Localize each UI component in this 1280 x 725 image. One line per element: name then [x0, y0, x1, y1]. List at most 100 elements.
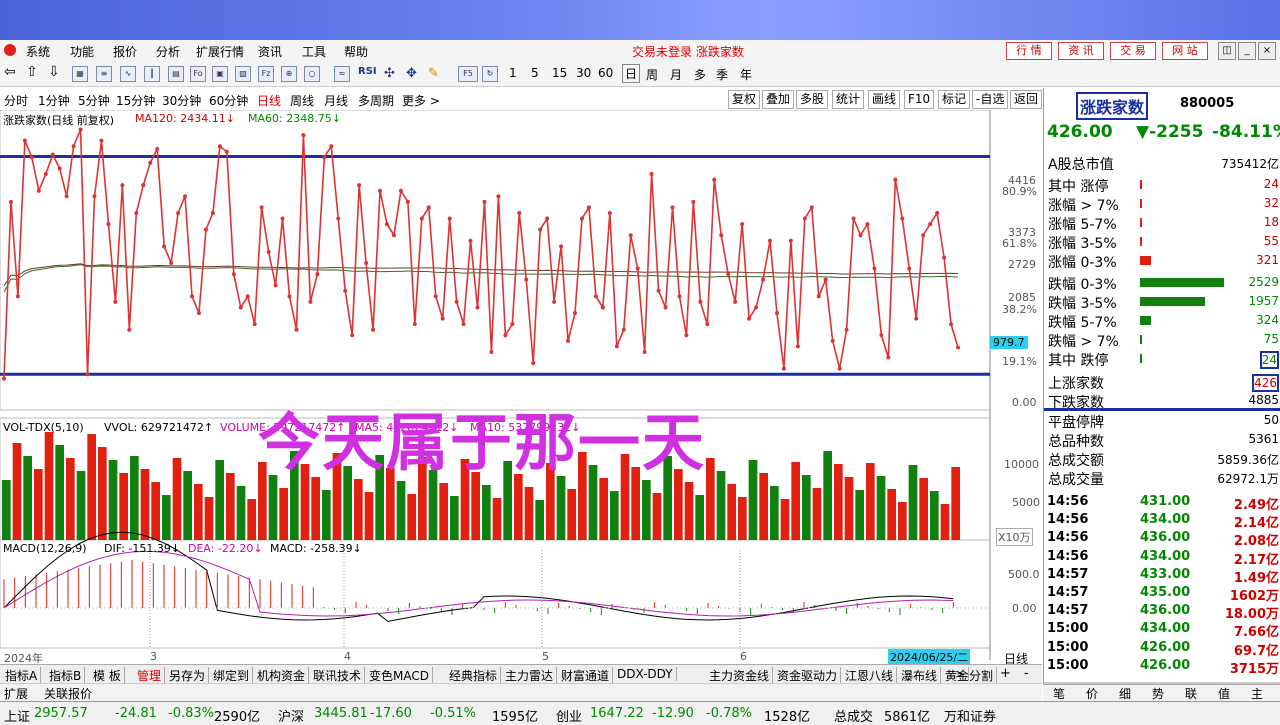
period-season[interactable]: 季	[716, 66, 728, 83]
grid-icon[interactable]: ▦	[72, 66, 88, 82]
period-tab-weekly[interactable]: 周线	[290, 92, 314, 109]
indicator-tab[interactable]: 经典指标	[446, 667, 502, 684]
table-icon[interactable]: ▤	[168, 66, 184, 82]
indicator-tab[interactable]: 机构资金	[254, 667, 310, 684]
period-multi[interactable]: 多	[694, 66, 706, 83]
period-tab-daily[interactable]: 日线	[257, 92, 281, 109]
menu-item-analysis[interactable]: 分析	[156, 43, 180, 60]
kline-icon[interactable]: ┃	[144, 66, 160, 82]
period-tab-more[interactable]: 更多 >	[402, 92, 440, 109]
tab-trade[interactable]: 交 易	[1110, 42, 1156, 60]
tab-extend[interactable]: 扩展	[4, 685, 28, 702]
tab-quotes[interactable]: 行 情	[1006, 42, 1052, 60]
period-tab-1min[interactable]: 1分钟	[38, 92, 70, 109]
panel-tab[interactable]: 势	[1152, 685, 1164, 702]
overlay-button[interactable]: 叠加	[762, 90, 795, 109]
indicator-tab[interactable]: 另存为	[166, 667, 210, 684]
back-button[interactable]: 返回	[1010, 90, 1042, 109]
picture-icon[interactable]: ▨	[235, 66, 251, 82]
indicator-tab[interactable]: 主力雷达	[502, 667, 558, 684]
zoom-icon[interactable]: ⊕	[281, 66, 297, 82]
close-icon[interactable]: ×	[1258, 42, 1276, 60]
crosshair-icon[interactable]: ✣	[384, 66, 395, 81]
panel-tab[interactable]: 值	[1218, 685, 1230, 702]
indicator-tab[interactable]: 绑定到	[210, 667, 254, 684]
f5-button[interactable]: F5	[458, 66, 478, 82]
indicator-tab[interactable]: 江恩八线	[842, 667, 898, 684]
menu-item-system[interactable]: 系统	[26, 43, 50, 60]
period-tab-15min[interactable]: 15分钟	[116, 92, 155, 109]
line-chart-icon[interactable]: ∿	[120, 66, 136, 82]
panel-tab[interactable]: 联	[1185, 685, 1197, 702]
period-tab-5min[interactable]: 5分钟	[78, 92, 110, 109]
indicator-tab[interactable]: 指标B	[46, 667, 86, 684]
menu-item-tools[interactable]: 工具	[302, 43, 326, 60]
panel-tab[interactable]: 主	[1251, 685, 1263, 702]
indicator-tab[interactable]: 黄金分割	[942, 667, 998, 684]
draw-button[interactable]: 画线	[868, 90, 901, 109]
stats-button[interactable]: 统计	[832, 90, 865, 109]
rsi-icon[interactable]: RSI	[358, 66, 377, 77]
panel-tab[interactable]: 细	[1119, 685, 1131, 702]
panel-tab[interactable]: 价	[1086, 685, 1098, 702]
period-tab-30min[interactable]: 30分钟	[162, 92, 201, 109]
restore-icon[interactable]: ◫	[1218, 42, 1236, 60]
period-tab-60min[interactable]: 60分钟	[209, 92, 248, 109]
indicator-tab[interactable]: 管理	[134, 667, 166, 684]
menu-item-extended[interactable]: 扩展行情	[196, 43, 244, 60]
chart-svg[interactable]	[0, 110, 1042, 672]
period-year[interactable]: 年	[740, 66, 752, 83]
f10-button[interactable]: F10	[904, 90, 935, 109]
indicator-tab[interactable]: 资金驱动力	[774, 667, 842, 684]
minimize-icon[interactable]: _	[1238, 42, 1256, 60]
watchlist-button[interactable]: -自选	[972, 90, 1009, 109]
menu-item-function[interactable]: 功能	[70, 43, 94, 60]
menu-item-quote[interactable]: 报价	[113, 43, 137, 60]
indicator-tab[interactable]: 联讯技术	[310, 667, 366, 684]
tabs-scroll-icon[interactable]: >	[952, 667, 970, 681]
interval-15[interactable]: 15	[552, 66, 567, 80]
indicator-tab[interactable]: 模 板	[90, 667, 125, 684]
chart-area[interactable]: 涨跌家数(日线 前复权) MA120: 2434.11↓ MA60: 2348.…	[0, 110, 1042, 672]
tab-website[interactable]: 网 站	[1162, 42, 1208, 60]
panel-icon[interactable]: ▣	[212, 66, 228, 82]
period-tab-monthly[interactable]: 月线	[324, 92, 348, 109]
zoom-in-icon[interactable]: +	[1000, 666, 1011, 681]
tab-related-quotes[interactable]: 关联报价	[44, 685, 92, 702]
volume-bar	[695, 495, 704, 540]
interval-60[interactable]: 60	[598, 66, 613, 80]
indicator-tab[interactable]: 变色MACD	[366, 667, 433, 684]
period-tab-multi[interactable]: 多周期	[358, 92, 394, 109]
back-arrow-icon[interactable]: ⇦	[4, 64, 16, 80]
wave-icon[interactable]: ≈	[334, 66, 350, 82]
period-month[interactable]: 月	[670, 66, 682, 83]
up-arrow-icon[interactable]: ⇧	[26, 64, 38, 80]
pencil-icon[interactable]: ✎	[428, 66, 439, 81]
circle-icon[interactable]: ○	[304, 66, 320, 82]
menu-item-info[interactable]: 资讯	[258, 43, 282, 60]
period-day[interactable]: 日	[622, 64, 641, 83]
tab-news[interactable]: 资 讯	[1058, 42, 1104, 60]
multi-stock-button[interactable]: 多股	[796, 90, 829, 109]
zoom-out-icon[interactable]: -	[1024, 666, 1029, 681]
fiz-icon[interactable]: Fz	[258, 66, 274, 82]
interval-30[interactable]: 30	[576, 66, 591, 80]
menu-item-help[interactable]: 帮助	[344, 43, 368, 60]
period-tab-intraday[interactable]: 分时	[4, 92, 28, 109]
list-icon[interactable]: ≡	[96, 66, 112, 82]
panel-tab[interactable]: 笔	[1053, 685, 1065, 702]
fo-icon[interactable]: Fo	[190, 66, 206, 82]
refresh-icon[interactable]: ↻	[482, 66, 498, 82]
restore-rights-button[interactable]: 复权	[728, 90, 761, 109]
period-week[interactable]: 周	[646, 66, 658, 83]
down-arrow-icon[interactable]: ⇩	[48, 64, 60, 80]
move-icon[interactable]: ✥	[406, 66, 417, 81]
indicator-tab[interactable]: DDX-DDY	[614, 667, 677, 681]
interval-1[interactable]: 1	[509, 66, 517, 80]
indicator-tab[interactable]: 主力资金线	[706, 667, 774, 684]
mark-button[interactable]: 标记	[938, 90, 971, 109]
indicator-tab[interactable]: 指标A	[2, 667, 42, 684]
interval-5[interactable]: 5	[531, 66, 539, 80]
indicator-tab[interactable]: 瀑布线	[898, 667, 942, 684]
indicator-tab[interactable]: 财富通道	[558, 667, 614, 684]
